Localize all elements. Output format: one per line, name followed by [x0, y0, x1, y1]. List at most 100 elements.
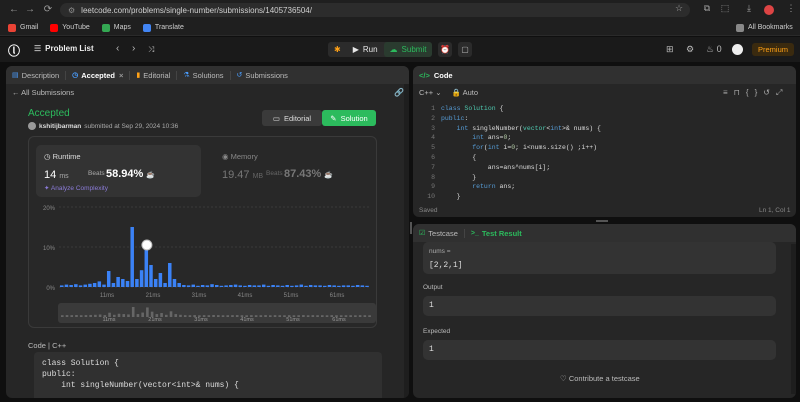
settings-icon[interactable]: ⚙ [686, 44, 694, 55]
tab-search-icon[interactable]: ⬚ [718, 3, 732, 14]
solution-button[interactable]: ✎ Solution [322, 110, 376, 126]
all-submissions-link[interactable]: ← All Submissions [12, 88, 74, 97]
vertical-resize-handle[interactable] [410, 222, 412, 234]
chart-bar[interactable] [252, 285, 257, 287]
chart-bar[interactable] [153, 279, 158, 287]
chart-bar[interactable] [238, 285, 242, 287]
chart-bar[interactable] [92, 283, 97, 287]
username[interactable]: kshitijbarman [39, 123, 81, 130]
bookmark-maps[interactable]: Maps [101, 23, 131, 32]
chart-bar[interactable] [313, 285, 318, 287]
chart-bar[interactable] [149, 265, 153, 287]
chart-bar[interactable] [215, 285, 219, 287]
chart-bar[interactable] [177, 283, 181, 287]
profile-avatar[interactable] [764, 5, 774, 15]
chart-bar[interactable] [186, 285, 191, 287]
scrollbar[interactable] [791, 244, 796, 394]
bookmark-gmail[interactable]: Gmail [8, 23, 38, 32]
fullscreen-icon[interactable]: ⤢ [776, 88, 788, 97]
chart-bar[interactable] [285, 285, 289, 287]
tab-testcase[interactable]: ☑ Testcase [413, 228, 465, 238]
all-bookmarks[interactable]: All Bookmarks [736, 23, 793, 32]
chart-bar[interactable] [247, 285, 252, 287]
chart-bar[interactable] [191, 284, 196, 287]
chart-bar[interactable] [88, 283, 92, 287]
analyze-complexity-link[interactable]: ✦ Analyze Complexity [44, 184, 108, 192]
chart-bar[interactable] [97, 281, 102, 287]
shuffle-icon[interactable]: ⤨ [148, 45, 154, 55]
chart-bar[interactable] [106, 271, 111, 287]
chart-bar[interactable] [130, 227, 134, 287]
tab-test-result[interactable]: >_ Test Result [465, 229, 528, 238]
address-bar[interactable]: ⚙ leetcode.com/problems/single-number/su… [60, 3, 690, 17]
editor-code[interactable]: class Solution { public: int singleNumbe… [441, 104, 601, 202]
chart-bar[interactable] [308, 285, 313, 287]
menu-kebab-icon[interactable]: ⋮ [784, 3, 798, 14]
extensions-icon[interactable]: ⧉ [700, 3, 714, 14]
chart-bar[interactable] [69, 285, 73, 287]
notes-icon[interactable]: ▢ [458, 42, 472, 57]
next-problem-icon[interactable]: › [132, 43, 135, 54]
bookmark-youtube[interactable]: YouTube [50, 23, 90, 32]
problem-list-button[interactable]: ☰ Problem List [34, 44, 94, 53]
chart-bar[interactable] [200, 285, 205, 287]
chart-bar[interactable] [224, 285, 228, 287]
chart-bar[interactable] [135, 279, 139, 287]
chart-bar[interactable] [360, 285, 365, 287]
braces-icon[interactable]: {} [746, 88, 763, 97]
run-button[interactable]: ▶ Run [347, 42, 384, 57]
chart-bar[interactable] [365, 285, 369, 287]
tab-description[interactable]: ▤ Description [6, 70, 67, 80]
chart-bar[interactable] [158, 273, 163, 287]
layout-icon[interactable]: ⊞ [666, 44, 674, 55]
chart-bar[interactable] [341, 285, 346, 287]
chart-bar[interactable] [64, 284, 69, 287]
chart-bar[interactable] [337, 285, 341, 287]
horizontal-resize-handle[interactable] [596, 220, 608, 222]
chart-bar[interactable] [266, 285, 271, 287]
tab-accepted[interactable]: ◷ Accepted × [66, 70, 131, 80]
chart-bar[interactable] [299, 284, 304, 287]
submit-button[interactable]: ☁ Submit [383, 42, 433, 57]
close-icon[interactable]: × [119, 71, 123, 80]
runtime-distribution-chart[interactable]: 20% 10% 0% 11ms 21ms 31ms 41ms 51ms 61ms 11ms 21ms… [29, 199, 378, 329]
bookmark-translate[interactable]: Translate [142, 23, 184, 32]
chart-bar[interactable] [60, 285, 64, 287]
memory-card[interactable]: ◉ Memory 19.47 MB Beats 87.43% ☕ [214, 145, 364, 197]
scrollbar[interactable] [404, 84, 409, 398]
reload-icon[interactable]: ⟳ [38, 4, 58, 15]
prev-problem-icon[interactable]: ‹ [116, 43, 119, 54]
chart-bar[interactable] [78, 285, 83, 287]
chart-bar[interactable] [182, 285, 186, 287]
link-icon[interactable]: 🔗 [394, 88, 404, 97]
bookmark-icon[interactable]: ⊓ [734, 88, 746, 97]
chart-bar[interactable] [327, 285, 332, 287]
runtime-card[interactable]: ◷ Runtime 14 ms Beats 58.94% ☕ ✦ Analyze… [36, 145, 201, 197]
chart-bar[interactable] [210, 284, 214, 287]
debug-icon[interactable]: ✱ [328, 42, 347, 57]
chart-bar[interactable] [102, 284, 106, 287]
chart-bar[interactable] [172, 279, 177, 287]
chart-bar[interactable] [271, 285, 275, 287]
chart-bar[interactable] [125, 281, 130, 287]
chart-bar[interactable] [280, 285, 285, 287]
chart-bar[interactable] [219, 285, 224, 287]
tab-submissions[interactable]: ↺ Submissions [231, 71, 294, 80]
chart-bar[interactable] [318, 285, 322, 287]
download-icon[interactable]: ⤓ [742, 3, 756, 14]
chart-bar[interactable] [83, 284, 87, 287]
current-submission-marker[interactable] [141, 239, 153, 251]
chart-bar[interactable] [332, 285, 336, 287]
contribute-testcase-link[interactable]: ♡ Contribute a testcase [560, 374, 640, 383]
streak-icon[interactable]: ♨ 0 [706, 44, 722, 55]
auto-mode[interactable]: 🔒 Auto [452, 88, 478, 97]
chart-bar[interactable] [229, 285, 233, 287]
chart-bar[interactable] [116, 277, 120, 287]
tab-editorial[interactable]: ▮ Editorial [130, 70, 178, 80]
chart-bar[interactable] [139, 270, 144, 287]
chart-bar[interactable] [276, 285, 280, 287]
premium-button[interactable]: Premium [752, 43, 794, 56]
editorial-button[interactable]: ▭ Editorial [262, 110, 322, 126]
chart-bar[interactable] [243, 285, 247, 287]
chart-bar[interactable] [351, 285, 355, 287]
